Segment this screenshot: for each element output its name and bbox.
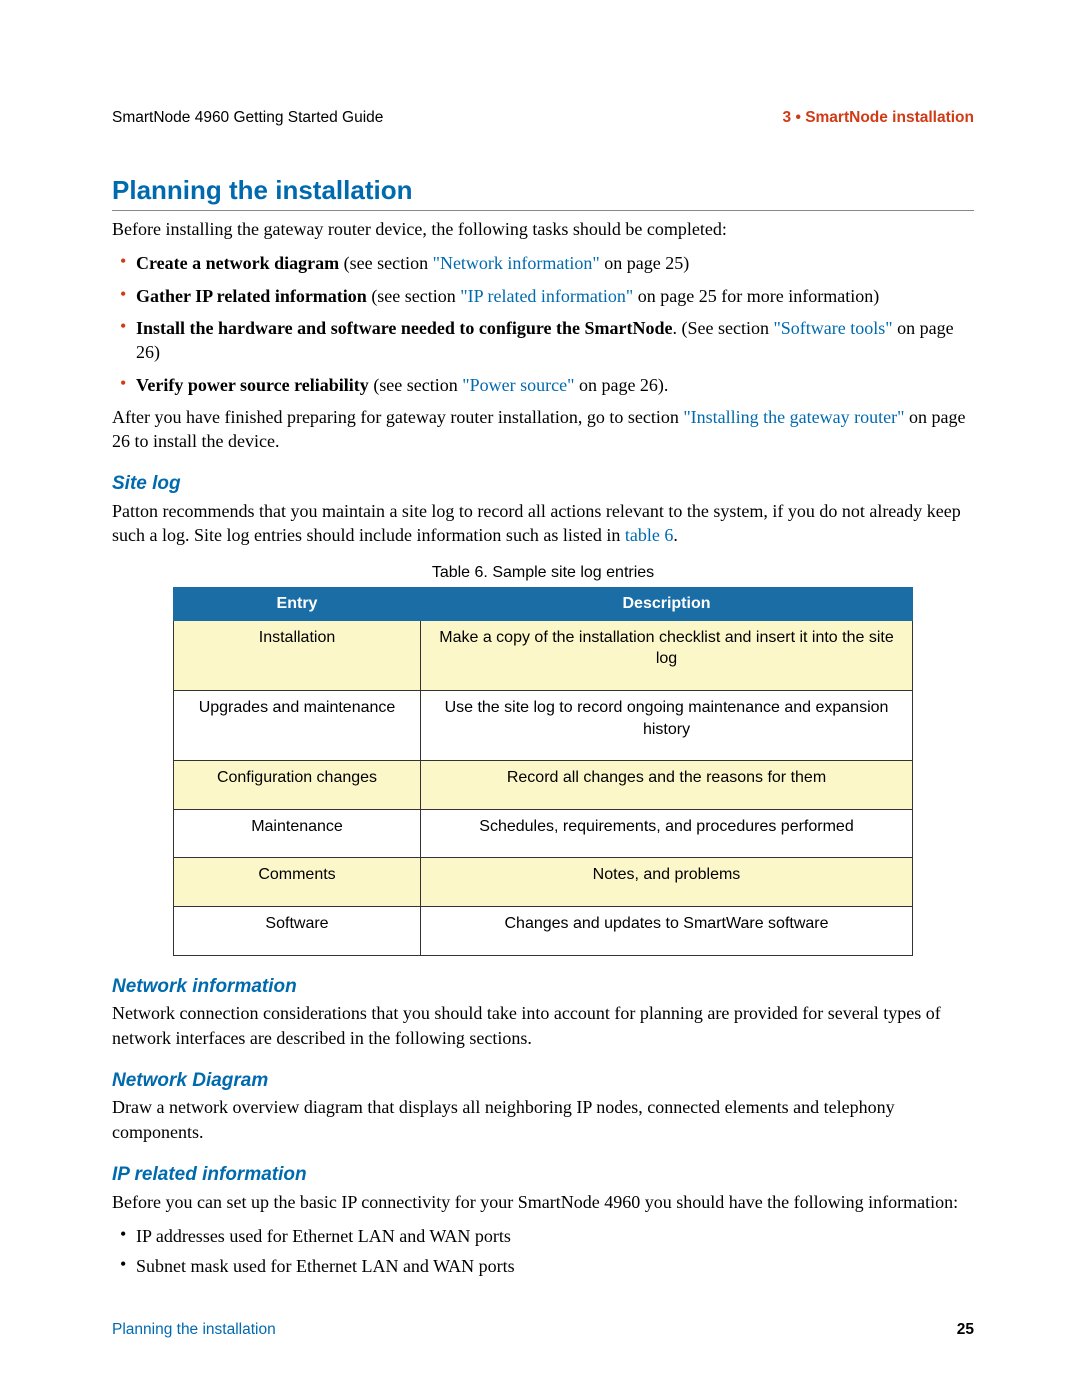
list-item: Subnet mask used for Ethernet LAN and WA… xyxy=(112,1254,974,1278)
ip-info-heading: IP related information xyxy=(112,1162,974,1188)
title-rule xyxy=(112,210,974,211)
intro-paragraph: Before installing the gateway router dev… xyxy=(112,217,974,241)
ip-info-list: IP addresses used for Ethernet LAN and W… xyxy=(112,1224,974,1279)
item-tail: on page 25) xyxy=(600,253,689,273)
site-log-table: Entry Description Installation Make a co… xyxy=(173,587,913,955)
list-item: Verify power source reliability (see sec… xyxy=(112,373,974,397)
after-link[interactable]: "Installing the gateway router" xyxy=(683,407,904,427)
site-log-body-pre: Patton recommends that you maintain a si… xyxy=(112,501,961,545)
table-row: Software Changes and updates to SmartWar… xyxy=(174,906,913,955)
cell-entry: Comments xyxy=(174,858,421,907)
item-link[interactable]: "Power source" xyxy=(462,375,574,395)
item-mid: (see section xyxy=(367,286,460,306)
cell-desc: Notes, and problems xyxy=(421,858,913,907)
ip-info-body: Before you can set up the basic IP conne… xyxy=(112,1190,974,1214)
item-bold: Create a network diagram xyxy=(136,253,339,273)
network-diagram-body: Draw a network overview diagram that dis… xyxy=(112,1095,974,1144)
cell-desc: Make a copy of the installation checklis… xyxy=(421,620,913,690)
item-bold: Verify power source reliability xyxy=(136,375,369,395)
site-log-body-link[interactable]: table 6 xyxy=(625,525,673,545)
item-mid: . (See section xyxy=(672,318,773,338)
table-row: Comments Notes, and problems xyxy=(174,858,913,907)
table-row: Upgrades and maintenance Use the site lo… xyxy=(174,691,913,761)
footer-page-number: 25 xyxy=(957,1320,974,1341)
col-entry: Entry xyxy=(174,588,421,621)
cell-entry: Configuration changes xyxy=(174,761,421,810)
cell-entry: Software xyxy=(174,906,421,955)
task-list: Create a network diagram (see section "N… xyxy=(112,251,974,396)
item-tail: on page 26). xyxy=(574,375,668,395)
item-tail: on page 25 for more information) xyxy=(633,286,879,306)
item-link[interactable]: "Network information" xyxy=(433,253,600,273)
network-info-body: Network connection considerations that y… xyxy=(112,1001,974,1050)
item-link[interactable]: "Software tools" xyxy=(773,318,892,338)
header-right: 3 • SmartNode installation xyxy=(783,108,974,129)
table-caption: Table 6. Sample site log entries xyxy=(112,562,974,584)
list-item: IP addresses used for Ethernet LAN and W… xyxy=(112,1224,974,1248)
header-left: SmartNode 4960 Getting Started Guide xyxy=(112,108,383,129)
network-info-heading: Network information xyxy=(112,974,974,1000)
site-log-body-post: . xyxy=(673,525,678,545)
after-pre: After you have finished preparing for ga… xyxy=(112,407,683,427)
item-bold: Gather IP related information xyxy=(136,286,367,306)
list-item: Gather IP related information (see secti… xyxy=(112,284,974,308)
page-header: SmartNode 4960 Getting Started Guide 3 •… xyxy=(112,108,974,129)
page-footer: Planning the installation 25 xyxy=(112,1320,974,1341)
cell-entry: Installation xyxy=(174,620,421,690)
cell-desc: Schedules, requirements, and procedures … xyxy=(421,809,913,858)
item-mid: (see section xyxy=(369,375,462,395)
network-diagram-heading: Network Diagram xyxy=(112,1068,974,1094)
list-item: Install the hardware and software needed… xyxy=(112,316,974,365)
cell-desc: Use the site log to record ongoing maint… xyxy=(421,691,913,761)
page: SmartNode 4960 Getting Started Guide 3 •… xyxy=(0,0,1080,1397)
site-log-heading: Site log xyxy=(112,471,974,497)
cell-entry: Maintenance xyxy=(174,809,421,858)
table-row: Configuration changes Record all changes… xyxy=(174,761,913,810)
table-row: Installation Make a copy of the installa… xyxy=(174,620,913,690)
site-log-body: Patton recommends that you maintain a si… xyxy=(112,499,974,548)
item-bold: Install the hardware and software needed… xyxy=(136,318,672,338)
after-paragraph: After you have finished preparing for ga… xyxy=(112,405,974,454)
item-mid: (see section xyxy=(339,253,432,273)
cell-desc: Changes and updates to SmartWare softwar… xyxy=(421,906,913,955)
cell-desc: Record all changes and the reasons for t… xyxy=(421,761,913,810)
item-link[interactable]: "IP related information" xyxy=(460,286,633,306)
table-row: Maintenance Schedules, requirements, and… xyxy=(174,809,913,858)
table-header-row: Entry Description xyxy=(174,588,913,621)
footer-left: Planning the installation xyxy=(112,1320,276,1341)
page-title: Planning the installation xyxy=(112,173,974,208)
cell-entry: Upgrades and maintenance xyxy=(174,691,421,761)
col-description: Description xyxy=(421,588,913,621)
list-item: Create a network diagram (see section "N… xyxy=(112,251,974,275)
